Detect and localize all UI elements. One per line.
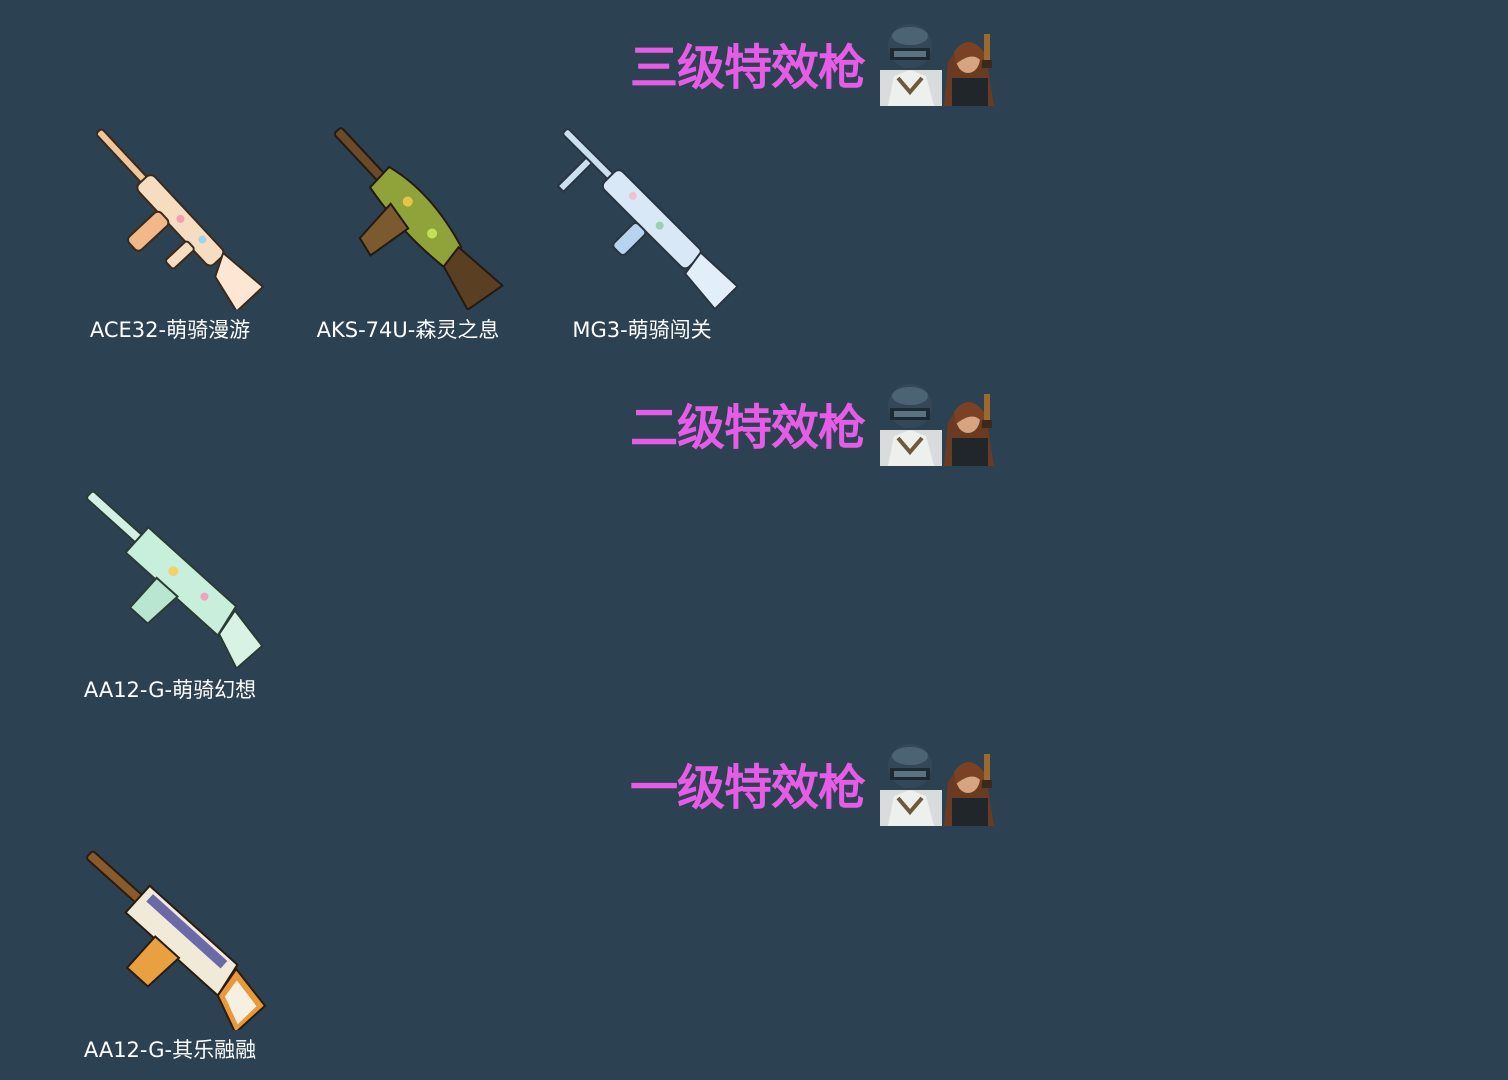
section-header: 二级特效枪 <box>630 380 1010 470</box>
characters-icon <box>880 744 994 826</box>
weapon-item[interactable]: AA12-G-其乐融融 <box>50 840 290 1070</box>
weapon-item[interactable]: AA12-G-萌骑幻想 <box>50 480 290 710</box>
section-title: 二级特效枪 <box>630 400 866 456</box>
smg-forest-icon <box>333 127 505 310</box>
section-header: 一级特效枪 <box>630 740 1010 830</box>
weapon-list: AA12-G-其乐融融 <box>0 840 1508 1070</box>
section-title: 一级特效枪 <box>630 760 866 816</box>
shotgun-orange-icon <box>86 850 267 1030</box>
weapon-item[interactable]: ACE32-萌骑漫游 <box>50 120 290 350</box>
weapon-name: AA12-G-其乐融融 <box>83 1038 257 1062</box>
weapon-list: ACE32-萌骑漫游 AKS-74U-森灵之息 MG3-萌骑闯关 <box>0 120 1508 350</box>
characters-icon <box>880 384 994 466</box>
weapon-name: MG3-萌骑闯关 <box>572 318 712 342</box>
lmg-pastel-icon <box>556 128 739 310</box>
weapon-list: AA12-G-萌骑幻想 <box>0 480 1508 710</box>
section-header: 三级特效枪 <box>630 20 1010 110</box>
characters-icon <box>880 24 994 106</box>
shotgun-mint-icon <box>86 490 264 670</box>
weapon-item[interactable]: AKS-74U-森灵之息 <box>288 120 528 350</box>
weapon-item[interactable]: MG3-萌骑闯关 <box>522 120 762 350</box>
rifle-pastel-icon <box>95 128 265 310</box>
weapon-name: AA12-G-萌骑幻想 <box>83 678 257 702</box>
section-title: 三级特效枪 <box>630 40 866 96</box>
